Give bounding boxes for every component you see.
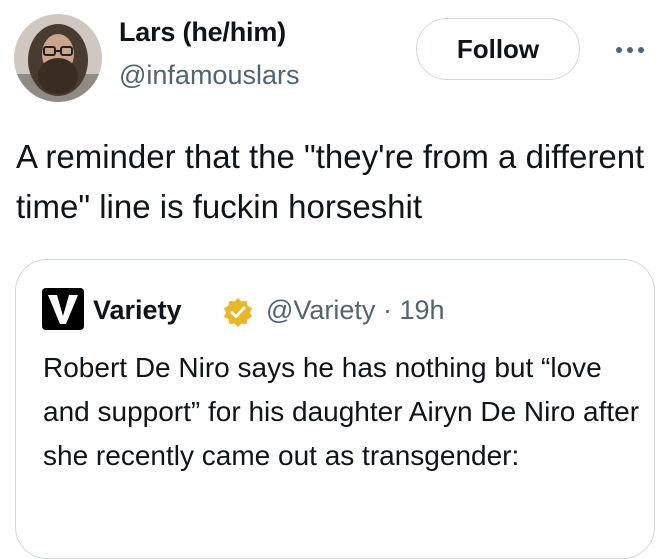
quoted-timestamp[interactable]: 19h: [399, 295, 444, 325]
author-avatar[interactable]: [14, 14, 102, 102]
variety-logo-icon: [42, 288, 84, 330]
quoted-author-name[interactable]: Variety: [93, 295, 182, 326]
quoted-tweet-card[interactable]: Variety @Variety · 19h Robert De Niro sa…: [15, 259, 655, 559]
verified-badge-icon: [223, 297, 253, 327]
ellipsis-icon: [616, 47, 644, 53]
quoted-author-meta: @Variety · 19h: [266, 295, 445, 326]
more-options-button[interactable]: [605, 30, 655, 70]
quoted-author-handle[interactable]: @Variety: [266, 295, 375, 325]
avatar-image: [14, 14, 102, 102]
follow-button[interactable]: Follow: [416, 18, 580, 80]
quoted-tweet-text: Robert De Niro says he has nothing but “…: [43, 352, 640, 471]
author-name[interactable]: Lars (he/him): [119, 17, 286, 48]
meta-separator: ·: [382, 295, 392, 325]
tweet-text: A reminder that the "they're from a diff…: [16, 138, 645, 225]
author-handle[interactable]: @infamouslars: [119, 60, 299, 91]
